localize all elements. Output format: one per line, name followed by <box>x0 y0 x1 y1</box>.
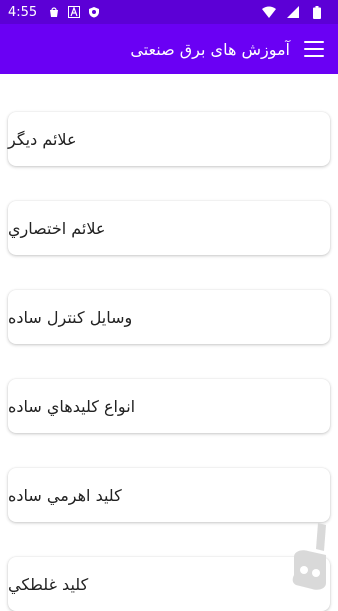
a-icon <box>67 5 81 19</box>
hamburger-menu-icon[interactable] <box>304 41 324 57</box>
store-logo-watermark <box>288 521 330 593</box>
list-item[interactable]: علائم دیگر <box>8 112 330 166</box>
status-time: 4:55 <box>8 4 38 20</box>
list-item-label: علائم اختصاري <box>8 218 106 238</box>
battery-icon <box>310 5 324 19</box>
list-item[interactable]: كليد غلطكي <box>8 557 330 611</box>
list-item[interactable]: انواع كليدهاي ساده <box>8 379 330 433</box>
shopping-bag-icon <box>47 5 61 19</box>
app-title: آموزش های برق صنعتی <box>130 39 290 59</box>
shield-icon <box>87 5 101 19</box>
status-bar: 4:55 <box>0 0 338 24</box>
list-item-label: كليد غلطكي <box>8 574 89 594</box>
list-item-label: علائم دیگر <box>8 129 77 149</box>
wifi-icon <box>262 5 276 19</box>
list-item[interactable]: علائم اختصاري <box>8 201 330 255</box>
list-item[interactable]: كليد اهرمي ساده <box>8 468 330 522</box>
list-item[interactable]: وسايل كنترل ساده <box>8 290 330 344</box>
list-item-label: انواع كليدهاي ساده <box>8 396 136 416</box>
list-item-label: وسايل كنترل ساده <box>8 307 133 327</box>
app-bar: آموزش های برق صنعتی <box>0 24 338 74</box>
list-item-label: كليد اهرمي ساده <box>8 485 122 505</box>
signal-icon <box>286 5 300 19</box>
